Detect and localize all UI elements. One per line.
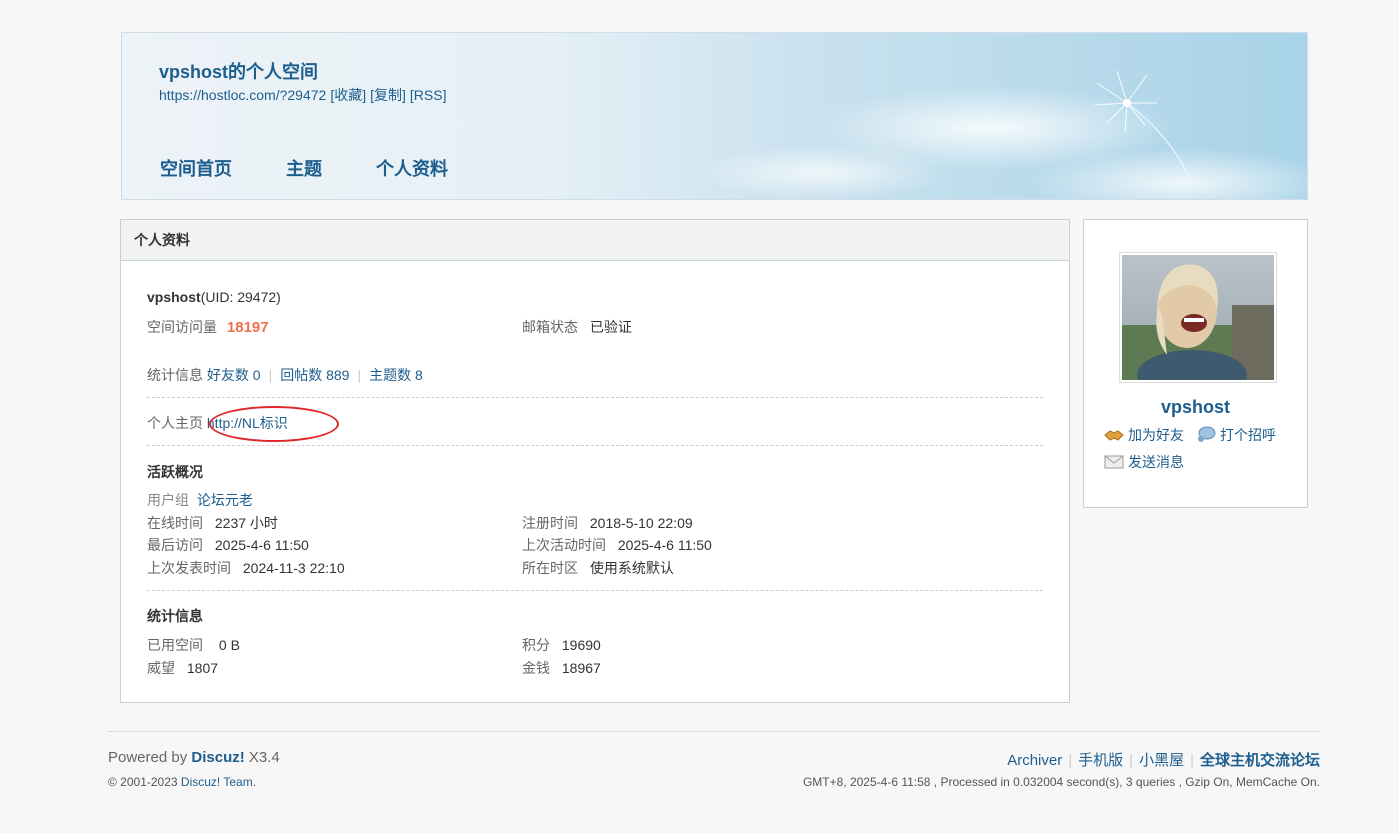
visits-row: 空间访问量 18197 [147,317,269,337]
lastactive-row: 上次活动时间 2025-4-6 11:50 [522,535,712,555]
discuz-link[interactable]: Discuz! [191,749,244,766]
space-url[interactable]: https://hostloc.com/?29472 [159,87,326,103]
usergroup-label: 用户组 [147,492,189,508]
lastpost-row: 上次发表时间 2024-11-3 22:10 [147,558,345,578]
space-value: 0 B [218,637,240,653]
add-friend-action[interactable]: 加为好友 [1104,425,1184,445]
divider [147,445,1043,446]
space-title[interactable]: vpshost的个人空间 [159,58,318,84]
visits-label: 空间访问量 [147,319,217,335]
friends-link[interactable]: 好友数 0 [207,367,261,383]
archiver-link[interactable]: Archiver [1007,752,1062,769]
lastpost-label: 上次发表时间 [147,560,231,576]
homepage-label: 个人主页 [147,415,203,431]
server-stats: GMT+8, 2025-4-6 11:58 , Processed in 0.0… [802,775,1320,789]
username-line: vpshost(UID: 29472) [147,289,281,305]
email-value: 已验证 [589,319,632,335]
avatar[interactable] [1119,252,1277,383]
prestige-row: 威望 1807 [147,658,218,678]
lastvisit-row: 最后访问 2025-4-6 11:50 [147,535,309,555]
usergroup-row: 用户组 论坛元老 [147,490,253,510]
favorite-link[interactable]: [收藏] [330,87,366,103]
space-url-line: https://hostloc.com/?29472 [收藏] [复制] [RSS] [159,85,450,105]
blackroom-link[interactable]: 小黑屋 [1139,752,1184,769]
space-nav: 空间首页 主题 个人资料 [160,155,502,181]
forum-name-link[interactable]: 全球主机交流论坛 [1200,752,1320,769]
online-value: 2237 小时 [214,515,278,531]
timezone-label: 所在时区 [522,560,578,576]
visits-value: 18197 [226,319,269,336]
space-row: 已用空间 0 B [147,635,240,655]
money-row: 金钱 18967 [522,658,601,678]
register-value: 2018-5-10 22:09 [589,515,693,531]
divider [147,590,1043,591]
footer-divider [108,731,1320,732]
replies-link[interactable]: 回帖数 889 [280,367,349,383]
version: X3.4 [244,749,280,766]
mobile-link[interactable]: 手机版 [1078,752,1123,769]
timezone-row: 所在时区 使用系统默认 [522,558,674,578]
email-row: 邮箱状态 已验证 [522,317,632,337]
avatar-image [1122,255,1274,380]
dandelion-decoration [1094,70,1188,174]
copyright-suffix: . [252,775,257,789]
envelope-icon [1104,455,1124,469]
timezone-value: 使用系统默认 [589,560,674,576]
username: vpshost [147,289,201,305]
space-header-banner: vpshost的个人空间 https://hostloc.com/?29472[… [121,32,1308,200]
money-label: 金钱 [522,660,550,676]
powered-prefix: Powered by [108,749,192,766]
red-circle-annotation [209,406,339,442]
stats-title: 统计信息 [147,608,203,624]
register-label: 注册时间 [522,515,578,531]
footer-links: Archiver | 手机版 | 小黑屋 | 全球主机交流论坛 [1007,752,1320,769]
discuz-team-link[interactable]: Discuz! Team [181,775,253,789]
usergroup-link[interactable]: 论坛元老 [197,492,253,508]
credits-row: 积分 19690 [522,635,601,655]
nav-space-home[interactable]: 空间首页 [160,155,232,181]
poke-link[interactable]: 打个招呼 [1220,425,1276,445]
profile-panel: 个人资料 vpshost(UID: 29472) 空间访问量 18197 邮箱状… [120,219,1070,703]
lastpost-value: 2024-11-3 22:10 [242,560,345,576]
send-message-link[interactable]: 发送消息 [1128,452,1184,472]
lastvisit-value: 2025-4-6 11:50 [214,537,309,553]
divider [147,397,1043,398]
send-message-action[interactable]: 发送消息 [1104,452,1184,472]
powered-by: Powered by Discuz! X3.4 [108,749,280,766]
lastactive-label: 上次活动时间 [522,537,606,553]
handshake-icon [1104,430,1124,441]
add-friend-link[interactable]: 加为好友 [1128,425,1184,445]
online-label: 在线时间 [147,515,203,531]
copyright: © 2001-2023 Discuz! Team. [108,775,256,789]
card-username[interactable]: vpshost [1084,397,1307,418]
lastvisit-label: 最后访问 [147,537,203,553]
space-label: 已用空间 [147,637,203,653]
credits-label: 积分 [522,637,550,653]
credits-value: 19690 [561,637,601,653]
online-row: 在线时间 2237 小时 [147,513,278,533]
register-row: 注册时间 2018-5-10 22:09 [522,513,693,533]
stats-row: 统计信息 好友数 0 | 回帖数 889 | 主题数 8 [147,367,423,383]
rss-link[interactable]: [RSS] [410,87,447,103]
copyright-prefix: © 2001-2023 [108,775,181,789]
prestige-label: 威望 [147,660,175,676]
stats-label: 统计信息 [147,367,203,383]
user-card: vpshost 加为好友 打个招呼 发送消息 [1083,219,1308,508]
poke-action[interactable]: 打个招呼 [1196,425,1276,445]
email-label: 邮箱状态 [522,319,578,335]
copy-link[interactable]: [复制] [370,87,406,103]
threads-link[interactable]: 主题数 8 [369,367,423,383]
money-value: 18967 [561,660,601,676]
nav-threads[interactable]: 主题 [286,155,322,181]
chat-bubble-icon [1198,426,1216,442]
lastactive-value: 2025-4-6 11:50 [617,537,712,553]
prestige-value: 1807 [186,660,219,676]
nav-profile[interactable]: 个人资料 [376,155,448,181]
panel-title: 个人资料 [121,220,1069,261]
uid: (UID: 29472) [200,289,281,305]
activity-title: 活跃概况 [147,464,203,480]
